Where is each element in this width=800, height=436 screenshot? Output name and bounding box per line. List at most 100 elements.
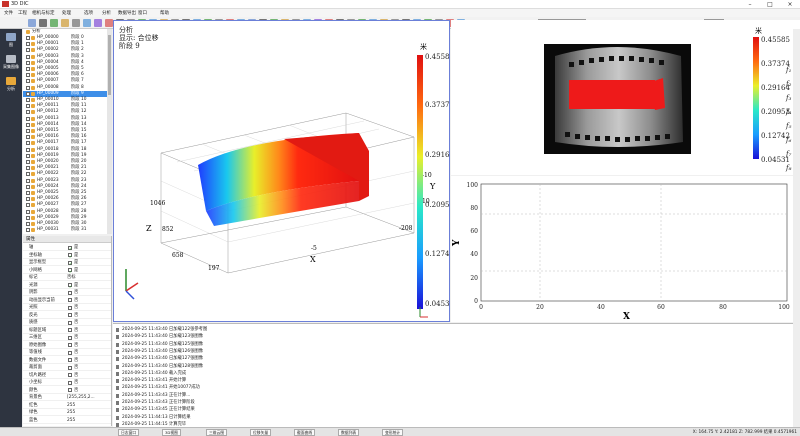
bottom-tab-3[interactable]: 位移矢量 [250,429,272,436]
tree-item[interactable]: HP_00011 阶段 11 [23,103,107,109]
property-row[interactable]: 切片路径 否 [23,372,111,379]
property-checkbox[interactable] [68,313,72,317]
nav-home[interactable]: 图 [2,31,20,49]
property-value[interactable]: 255 [67,409,75,416]
tree-item[interactable]: HP_00024 阶段 24 [23,184,107,190]
tree-checkbox[interactable] [26,36,30,40]
camera-image-panel[interactable]: 米 0.45585 0.37374 0.29164 0.20953 0.1274… [451,20,800,175]
property-value[interactable]: 255 [67,402,75,409]
tree-checkbox[interactable] [26,73,30,78]
tree-checkbox[interactable] [26,60,30,65]
property-checkbox[interactable] [68,283,72,290]
tree-checkbox[interactable] [26,135,30,140]
tree-item[interactable]: HP_00006 阶段 6 [23,72,107,78]
property-checkbox[interactable] [68,335,72,340]
property-checkbox[interactable] [68,350,72,355]
property-row[interactable]: 阴影 否 [23,289,111,296]
property-row[interactable]: 红色 255 [23,402,111,409]
tree-checkbox[interactable] [26,184,30,189]
tree-checkbox[interactable] [26,222,30,226]
tree-item[interactable]: HP_00025 阶段 25 [23,190,107,196]
property-value[interactable]: 255 [67,417,75,424]
tree-item[interactable]: HP_00019 阶段 19 [23,153,107,159]
tree-item[interactable]: HP_00009 阶段 9 [23,90,107,97]
tree-item[interactable]: HP_00021 阶段 21 [23,165,107,171]
property-row[interactable]: 背景色 [255,255,2... [23,394,111,401]
tree-checkbox[interactable] [26,91,30,96]
property-checkbox[interactable] [68,328,72,332]
tree-checkbox[interactable] [26,215,30,220]
tree-checkbox[interactable] [26,54,30,59]
tree-checkbox[interactable] [26,129,30,133]
tree-checkbox[interactable] [26,98,30,102]
maximize-icon[interactable]: □ [760,0,780,9]
bottom-tab-4[interactable]: 截面曲线 [294,429,316,436]
tree-item[interactable]: HP_00002 阶段 2 [23,47,107,53]
open-icon[interactable] [28,19,36,27]
scroll-thumb[interactable] [108,35,111,95]
menu-item-5[interactable]: 分析 [102,10,111,16]
property-row[interactable]: 原始图像 否 [23,342,111,349]
menu-item-8[interactable]: 帮助 [160,10,169,16]
property-value[interactable]: 否标 [67,274,76,281]
bottom-tab-1[interactable]: 3D视图 [162,429,181,436]
property-checkbox[interactable] [68,245,72,252]
undo-icon[interactable] [61,19,69,27]
property-row[interactable]: 反光 否 [23,312,111,319]
tree-item[interactable]: HP_00012 阶段 12 [23,109,107,115]
tree-item[interactable]: HP_00013 阶段 13 [23,116,107,122]
tree-item[interactable]: HP_00020 阶段 20 [23,159,107,165]
right-scrollbar[interactable] [793,29,800,427]
property-row[interactable]: 显示框型 是 [23,259,111,267]
tree-item[interactable]: HP_00007 阶段 7 [23,78,107,84]
tree-checkbox[interactable] [26,178,30,183]
tree-checkbox[interactable] [26,191,30,195]
tree-checkbox[interactable] [26,110,30,115]
view-3d[interactable]: 分析 显示: 合位移 阶段 9 1046 852 658 197 -5 -208… [113,20,450,322]
property-checkbox[interactable] [68,298,72,302]
plot-2d-panel[interactable]: 0 20 40 60 80 100 0 20 40 60 80 100 X Y [451,176,800,322]
property-row[interactable]: 小网格 是 [23,267,111,275]
tree-item[interactable]: HP_00023 阶段 23 [23,178,107,184]
property-checkbox[interactable] [68,365,72,370]
tree-item[interactable]: HP_00017 阶段 17 [23,140,107,146]
menu-item-1[interactable]: 工程 [18,10,27,16]
tree-checkbox[interactable] [26,48,30,53]
tree-checkbox[interactable] [26,85,30,90]
property-row[interactable]: 标题区域 否 [23,327,111,334]
property-checkbox[interactable] [68,253,72,260]
property-row[interactable]: 小坐标 否 [23,379,111,386]
tree-item[interactable]: HP_00026 阶段 26 [23,196,107,202]
tree-item[interactable]: HP_00031 阶段 31 [23,227,107,233]
tree-checkbox[interactable] [26,67,30,71]
property-row[interactable]: 光照 否 [23,304,111,311]
tree-item[interactable]: HP_00028 阶段 28 [23,209,107,215]
tree-item[interactable]: HP_00014 阶段 14 [23,122,107,128]
bottom-tab-0[interactable]: 日志窗口 [118,429,140,436]
tree-item[interactable]: HP_00005 阶段 5 [23,66,107,72]
property-checkbox[interactable] [68,320,72,325]
tree-item[interactable]: HP_00029 阶段 29 [23,215,107,221]
property-row[interactable]: 光源 是 [23,282,111,290]
tree-checkbox[interactable] [26,153,30,158]
property-row[interactable]: 数据文件 否 [23,357,111,364]
property-checkbox[interactable] [68,268,72,275]
tree-checkbox[interactable] [26,116,30,121]
nav-capture[interactable]: 采集图像 [2,53,20,71]
tree-checkbox[interactable] [26,160,30,164]
property-checkbox[interactable] [68,388,72,392]
property-checkbox[interactable] [68,290,72,295]
property-row[interactable]: 等值线 否 [23,349,111,356]
property-checkbox[interactable] [68,380,72,385]
menu-item-7[interactable]: 窗口 [138,10,147,16]
refresh-icon[interactable] [50,19,58,27]
property-value[interactable]: [255,255,2... [67,394,95,401]
property-row[interactable]: 标记 否标 [23,274,111,281]
tree-checkbox[interactable] [26,209,30,214]
tree-item[interactable]: HP_00022 阶段 22 [23,171,107,177]
tree-checkbox[interactable] [26,166,30,171]
bottom-tab-5[interactable]: 数据列表 [338,429,360,436]
tree-checkbox[interactable] [26,104,30,109]
property-row[interactable]: 轴是 [23,244,111,252]
tree-item[interactable]: HP_00004 阶段 4 [23,60,107,66]
